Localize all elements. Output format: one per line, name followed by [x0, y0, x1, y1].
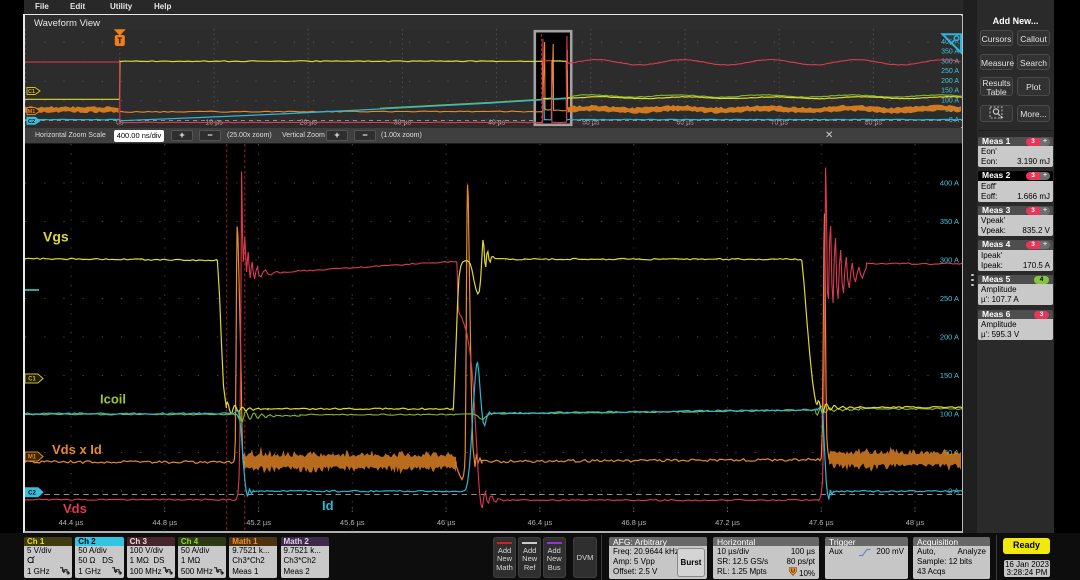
svg-text:C2: C2: [28, 490, 36, 496]
svg-text:C1: C1: [28, 89, 35, 95]
svg-text:Vds: Vds: [63, 501, 87, 516]
svg-text:Vgs: Vgs: [43, 229, 69, 245]
svg-text:44.8 µs: 44.8 µs: [152, 518, 177, 527]
svg-text:100 A: 100 A: [941, 97, 959, 104]
svg-text:350 A: 350 A: [941, 49, 959, 56]
svg-text:U: U: [791, 569, 795, 575]
svg-text:45.6 µs: 45.6 µs: [340, 518, 365, 527]
svg-text:M1: M1: [28, 109, 36, 115]
svg-text:100 A: 100 A: [940, 410, 959, 419]
svg-text:200 A: 200 A: [941, 78, 959, 85]
svg-text:46.4 µs: 46.4 µs: [528, 518, 553, 527]
svg-text:Id: Id: [322, 498, 334, 513]
svg-text:C1: C1: [28, 377, 36, 383]
svg-text:M1: M1: [28, 455, 37, 461]
svg-text:250 A: 250 A: [941, 68, 959, 75]
svg-text:T: T: [117, 37, 122, 46]
svg-text:200 A: 200 A: [940, 333, 959, 342]
svg-text:400 A: 400 A: [940, 179, 959, 188]
svg-text:250 A: 250 A: [940, 294, 959, 303]
svg-text:46 µs: 46 µs: [437, 518, 456, 527]
svg-text:C2: C2: [28, 119, 35, 125]
svg-text:150 A: 150 A: [940, 371, 959, 380]
svg-text:47.6 µs: 47.6 µs: [809, 518, 834, 527]
svg-text:48 µs: 48 µs: [906, 518, 925, 527]
svg-text:150 A: 150 A: [941, 88, 959, 95]
svg-text:46.8 µs: 46.8 µs: [621, 518, 646, 527]
svg-text:47.2 µs: 47.2 µs: [715, 518, 740, 527]
svg-text:350 A: 350 A: [940, 217, 959, 226]
svg-text:Icoil: Icoil: [100, 392, 126, 407]
svg-text:45.2 µs: 45.2 µs: [246, 518, 271, 527]
svg-text:Vds x Id: Vds x Id: [52, 442, 102, 457]
svg-text:44.4 µs: 44.4 µs: [59, 518, 84, 527]
